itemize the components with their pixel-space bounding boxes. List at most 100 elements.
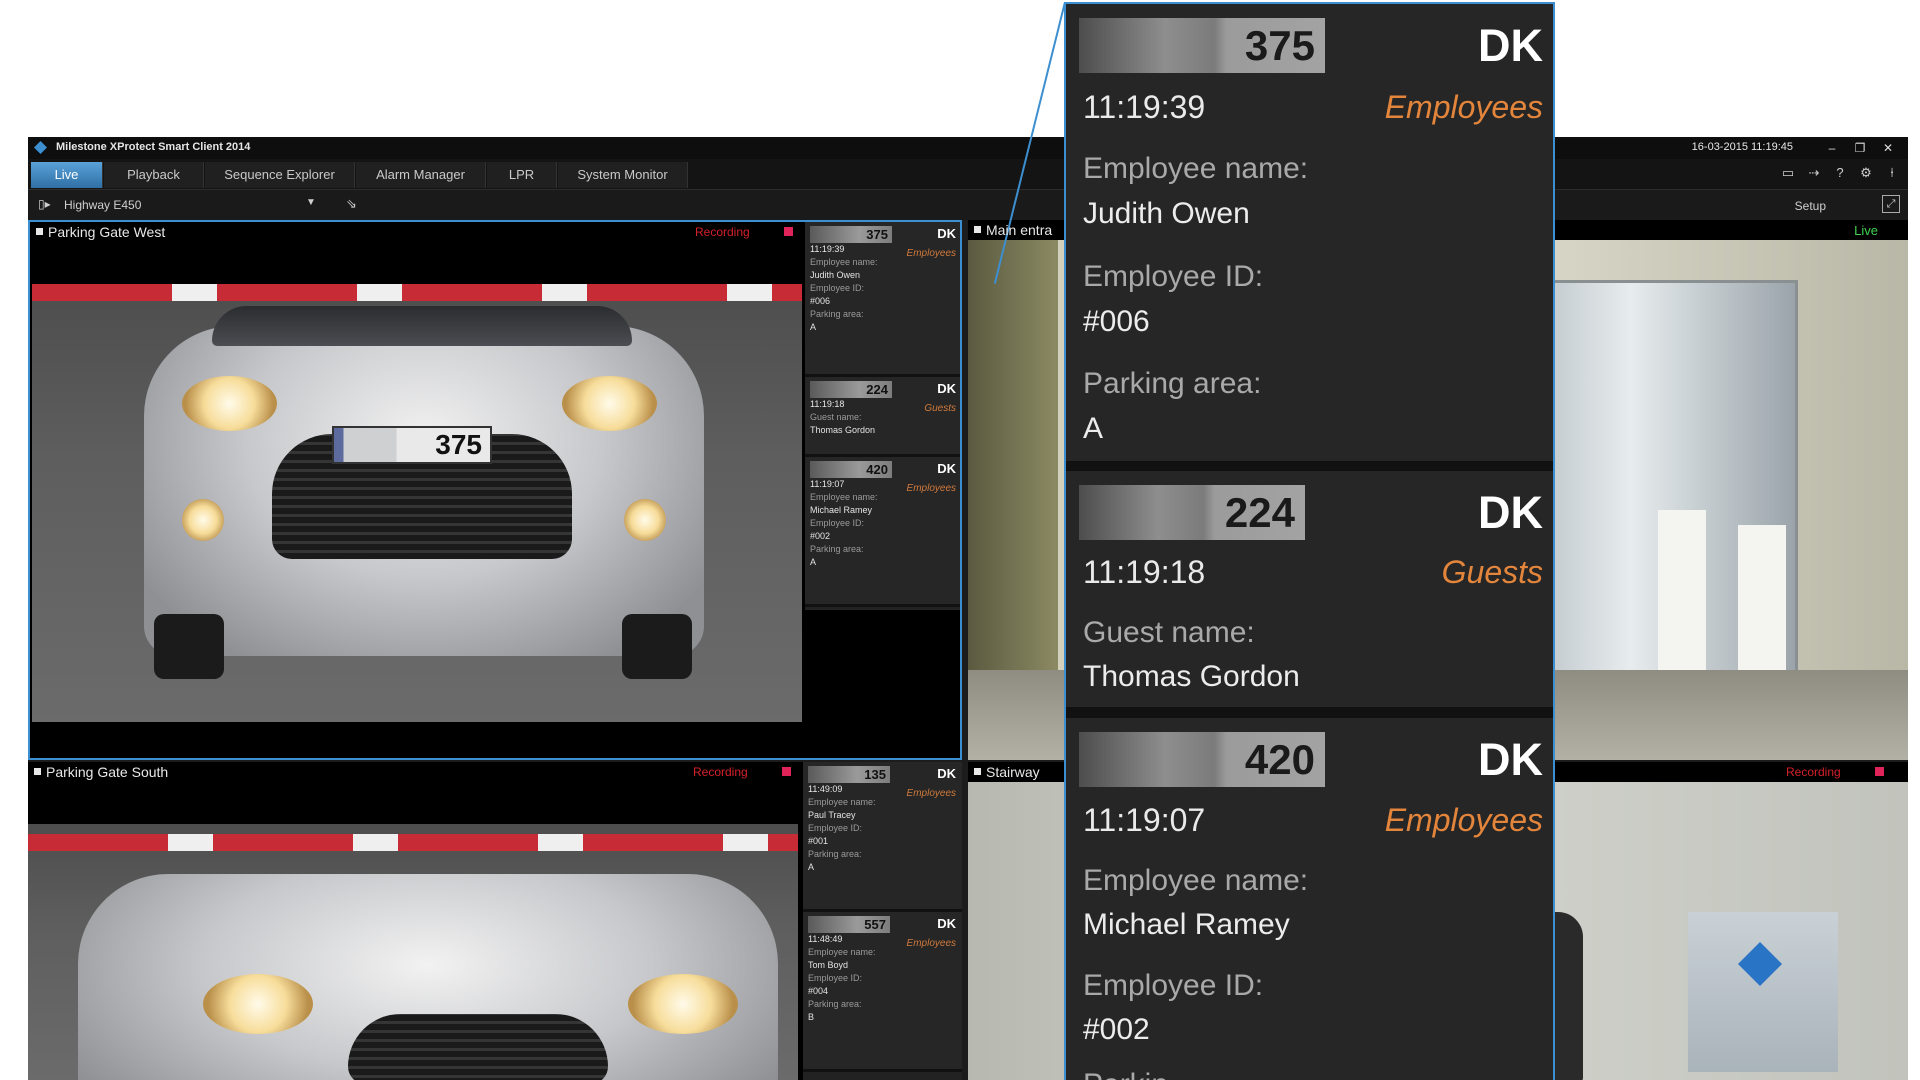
event-group: Guests (1441, 554, 1543, 590)
plate-snapshot: 557 (808, 916, 890, 933)
event-group: Employees (906, 248, 956, 259)
lpr-event-item[interactable]: 420 DK 11:19:07 Employees Employee name:… (805, 457, 960, 607)
barrier-arm (32, 284, 802, 301)
camera-pane-gate-south[interactable]: Parking Gate South Recording 135 DK 11:4… (28, 762, 962, 1080)
tab-playback[interactable]: Playback (104, 162, 204, 188)
lpr-event-item[interactable]: 135 DK 11:49:09 Employees Employee name:… (803, 762, 962, 912)
plate-country: DK (937, 461, 956, 476)
main-tab-bar: Live Playback Sequence Explorer Alarm Ma… (28, 159, 1908, 190)
tab-system-monitor[interactable]: System Monitor (558, 162, 688, 188)
event-time: 11:19:18 (1083, 554, 1206, 590)
lpr-zoom-callout: 375 DK 11:19:39 Employees Employee name:… (1064, 2, 1555, 1080)
restore-button[interactable]: ❐ (1846, 139, 1874, 157)
camera-video-gate-west: 375 (32, 284, 802, 722)
camera-title: Main entra (968, 220, 1908, 240)
plate-country: DK (937, 381, 956, 396)
camera-video-gate-south (28, 824, 798, 1080)
help-icon[interactable]: ? (1832, 165, 1848, 181)
field-value: #004 (808, 986, 829, 996)
headlight (182, 376, 277, 431)
field-value: #002 (810, 531, 831, 541)
recording-icon (1875, 767, 1884, 776)
minimize-button[interactable]: – (1818, 139, 1846, 157)
event-group: Guests (924, 403, 956, 414)
recording-indicator: Recording (693, 765, 748, 779)
lpr-event-item[interactable]: 224 DK 11:19:18 Guests Guest name: Thoma… (805, 377, 960, 457)
view-selector[interactable]: Highway E450 (64, 198, 141, 212)
camera-pane-gate-west[interactable]: Parking Gate West Recording 375 375 DK 1… (28, 220, 962, 760)
field-value: #006 (810, 296, 831, 306)
field-value: A (810, 557, 817, 567)
live-indicator: Live (1854, 223, 1878, 238)
camera-title: Parking Gate South (28, 762, 962, 782)
link-icon[interactable]: ⇘ (346, 196, 357, 212)
recording-icon (784, 227, 793, 236)
window-clock: 16-03-2015 11:19:45 (1691, 141, 1793, 153)
recording-icon (782, 767, 791, 776)
toolbar-icons: ▭ ⇢ ? ⚙ ⍿ (1780, 165, 1900, 181)
pin-icon[interactable]: ⍿ (1884, 165, 1900, 181)
field-value: #006 (1083, 305, 1150, 338)
field-label: Employee ID: (1083, 969, 1264, 1002)
view-bar: ▯▸ Highway E450 ▼ ⇘ Setup ⤢ (28, 190, 1908, 220)
lpr-event-item[interactable]: 557 DK 11:48:49 Employees Employee name:… (803, 912, 962, 1072)
plate-country: DK (1478, 487, 1543, 538)
wheel (622, 614, 692, 679)
grille (348, 1014, 608, 1080)
event-group: Employees (1384, 802, 1543, 838)
plate-snapshot: 224 (1079, 485, 1305, 540)
event-group: Employees (1384, 89, 1543, 125)
field-value: A (1083, 412, 1104, 445)
tab-live[interactable]: Live (31, 162, 103, 188)
fullscreen-icon[interactable]: ⤢ (1882, 195, 1900, 213)
plate-snapshot: 224 (810, 381, 892, 398)
field-label: Employee name: (1083, 152, 1309, 185)
fog-light (624, 499, 666, 541)
view-icon[interactable]: ▯▸ (38, 197, 51, 211)
setup-button[interactable]: Setup (1795, 199, 1826, 213)
milestone-diamond-icon (34, 141, 47, 154)
headlight (562, 376, 657, 431)
title-bar: Milestone XProtect Smart Client 2014 16-… (28, 137, 1908, 159)
gear-icon[interactable]: ⚙ (1858, 165, 1874, 181)
field-value: B (808, 1012, 815, 1022)
plate-country: DK (937, 916, 956, 931)
field-label: Employee ID: (810, 518, 865, 528)
tab-alarm-manager[interactable]: Alarm Manager (356, 162, 486, 188)
recording-indicator: Recording (1786, 765, 1841, 779)
screenshot-stage: Milestone XProtect Smart Client 2014 16-… (0, 0, 1920, 1080)
field-label: Employee ID: (1083, 260, 1264, 293)
headlight (628, 974, 738, 1034)
field-value: A (808, 862, 815, 872)
window-title: Milestone XProtect Smart Client 2014 (56, 141, 251, 153)
camera-title: Parking Gate West (30, 222, 960, 242)
recording-indicator: Recording (695, 225, 750, 239)
field-label: Parking area: (808, 849, 862, 859)
event-group: Employees (906, 483, 956, 494)
tab-lpr[interactable]: LPR (487, 162, 557, 188)
field-label: Parking area: (808, 999, 862, 1009)
event-group: Employees (906, 788, 956, 799)
license-plate: 375 (332, 426, 492, 464)
field-label: Guest name: (1083, 616, 1255, 649)
headlight (203, 974, 313, 1034)
field-label: Parkin (1083, 1068, 1168, 1080)
field-value: Paul Tracey (808, 810, 856, 820)
close-button[interactable]: ✕ (1874, 139, 1902, 157)
smart-client-window: Milestone XProtect Smart Client 2014 16-… (28, 137, 1908, 1080)
field-value: A (810, 322, 817, 332)
field-label: Employee ID: (810, 283, 865, 293)
window-controls: – ❐ ✕ (1818, 139, 1902, 157)
field-label: Employee ID: (808, 973, 863, 983)
monitor-icon[interactable]: ▭ (1780, 165, 1796, 181)
lpr-event-list-south: 135 DK 11:49:09 Employees Employee name:… (803, 762, 962, 1080)
plate-snapshot: 420 (810, 461, 892, 478)
tab-sequence-explorer[interactable]: Sequence Explorer (205, 162, 355, 188)
field-value: Thomas Gordon (1083, 660, 1300, 693)
plate-country: DK (1478, 20, 1543, 71)
field-value: #001 (808, 836, 829, 846)
lpr-event-item[interactable]: 375 DK 11:19:39 Employees Employee name:… (805, 222, 960, 377)
chevron-down-icon[interactable]: ▼ (306, 197, 316, 208)
export-icon[interactable]: ⇢ (1806, 165, 1822, 181)
field-label: Parking area: (810, 309, 864, 319)
